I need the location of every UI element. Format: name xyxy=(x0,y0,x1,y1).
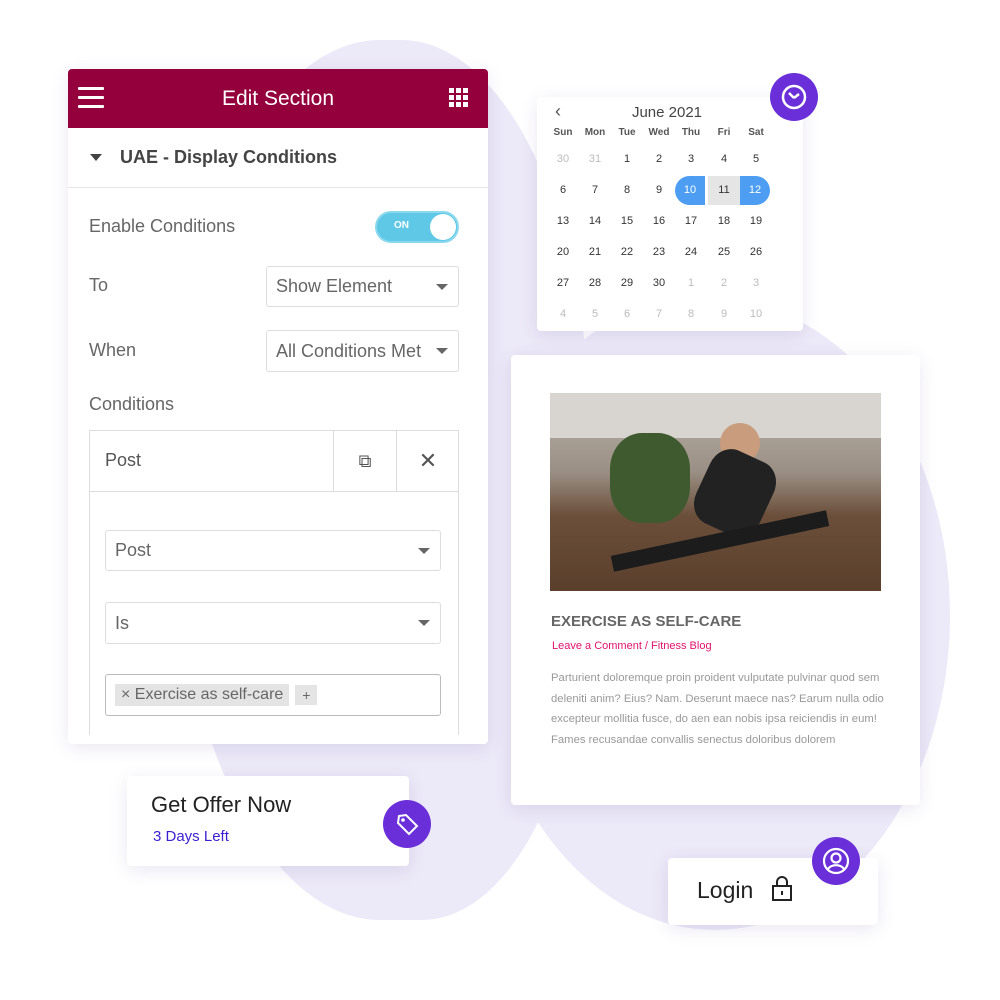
apps-grid-icon[interactable] xyxy=(449,88,468,107)
blog-meta[interactable]: Leave a Comment / Fitness Blog xyxy=(552,640,712,652)
blog-image[interactable] xyxy=(550,393,881,591)
calendar-day[interactable]: 20 xyxy=(547,238,579,267)
section-title: UAE - Display Conditions xyxy=(120,147,338,167)
calendar-day[interactable]: 28 xyxy=(579,269,611,298)
chevron-down-icon xyxy=(418,547,430,554)
offer-card[interactable]: Get Offer Now 3 Days Left xyxy=(127,776,409,866)
calendar-day[interactable]: 5 xyxy=(740,145,772,174)
enable-toggle[interactable]: ON xyxy=(375,211,459,243)
calendar-day[interactable]: 19 xyxy=(740,207,772,236)
calendar-day[interactable]: 15 xyxy=(611,207,643,236)
calendar-day[interactable]: 2 xyxy=(643,145,675,174)
calendar-day[interactable]: 8 xyxy=(611,176,643,205)
user-icon xyxy=(812,837,860,885)
chevron-down-icon xyxy=(436,348,448,354)
chevron-down-icon xyxy=(418,620,430,626)
tag-input[interactable]: × Exercise as self-care + xyxy=(105,674,441,716)
condition-header[interactable]: Post ⧉ ✕ xyxy=(90,431,458,492)
calendar-day[interactable]: 31 xyxy=(579,145,611,174)
calendar-day[interactable]: 7 xyxy=(643,300,675,329)
calendar-day[interactable]: 14 xyxy=(579,207,611,236)
calendar-day[interactable]: 8 xyxy=(675,300,707,329)
condition-item: Post ⧉ ✕ Post Is × Exercise as self-care… xyxy=(89,430,459,735)
weekday-header: Wed xyxy=(648,127,670,138)
toggle-text: ON xyxy=(394,220,409,231)
edit-section-panel: Edit Section UAE - Display Conditions En… xyxy=(68,69,488,744)
add-tag-button[interactable]: + xyxy=(295,685,318,705)
blog-title[interactable]: EXERCISE AS SELF-CARE xyxy=(551,613,741,630)
calendar-day[interactable]: 25 xyxy=(708,238,740,267)
calendar-day[interactable]: 18 xyxy=(708,207,740,236)
to-label: To xyxy=(89,275,109,295)
calendar-day[interactable]: 6 xyxy=(611,300,643,329)
calendar-day[interactable]: 26 xyxy=(740,238,772,267)
calendar-day[interactable]: 22 xyxy=(611,238,643,267)
calendar-day[interactable]: 6 xyxy=(547,176,579,205)
conditions-label: Conditions xyxy=(89,394,175,414)
to-select[interactable]: Show Element xyxy=(266,266,459,307)
weekday-header: Mon xyxy=(584,127,606,138)
offer-subtitle: 3 Days Left xyxy=(153,828,229,845)
panel-title: Edit Section xyxy=(221,86,335,110)
section-toggle[interactable]: UAE - Display Conditions xyxy=(68,128,488,188)
calendar-day[interactable]: 3 xyxy=(675,145,707,174)
calendar-day[interactable]: 13 xyxy=(547,207,579,236)
weekday-header: Sat xyxy=(748,127,764,138)
login-label: Login xyxy=(697,877,754,903)
calendar-day[interactable]: 4 xyxy=(547,300,579,329)
calendar-day[interactable]: 11 xyxy=(708,176,740,205)
calendar-day[interactable]: 30 xyxy=(643,269,675,298)
weekday-header: Fri xyxy=(717,127,731,138)
calendar-day[interactable]: 24 xyxy=(675,238,707,267)
chevron-down-icon xyxy=(436,283,448,290)
lock-icon xyxy=(772,876,792,901)
when-select[interactable]: All Conditions Met xyxy=(266,330,459,372)
when-label: When xyxy=(89,340,137,360)
calendar-day[interactable]: 16 xyxy=(643,207,675,236)
calendar-day[interactable]: 4 xyxy=(708,145,740,174)
calendar-day[interactable]: 30 xyxy=(547,145,579,174)
calendar-day[interactable]: 9 xyxy=(708,300,740,329)
weekday-header: Thu xyxy=(681,127,701,138)
weekday-header: Sun xyxy=(553,127,573,138)
date-picker: ‹ June 2021 Sun Mon Tue Wed Thu Fri Sat 30 31 1 2 3… xyxy=(537,97,803,331)
price-tag-icon xyxy=(383,800,431,848)
weekday-header: Tue xyxy=(618,127,636,138)
condition-title: Post xyxy=(105,450,142,470)
calendar-day[interactable]: 9 xyxy=(643,176,675,205)
calendar-day[interactable]: 1 xyxy=(675,269,707,298)
clock-icon xyxy=(770,73,818,121)
tag-chip[interactable]: × Exercise as self-care xyxy=(115,684,290,706)
enable-label: Enable Conditions xyxy=(89,216,236,236)
calendar-day[interactable]: 3 xyxy=(740,269,772,298)
calendar-day[interactable]: 2 xyxy=(708,269,740,298)
condition-type-select[interactable]: Post xyxy=(105,530,441,571)
calendar-day[interactable]: 29 xyxy=(611,269,643,298)
offer-title: Get Offer Now xyxy=(151,792,292,817)
hamburger-menu-icon[interactable] xyxy=(78,87,104,114)
blog-card: EXERCISE AS SELF-CARE Leave a Comment / … xyxy=(511,355,920,805)
calendar-day[interactable]: 17 xyxy=(675,207,707,236)
condition-operator-select[interactable]: Is xyxy=(105,602,441,644)
panel-header: Edit Section xyxy=(68,69,488,128)
caret-down-icon xyxy=(90,154,102,161)
duplicate-icon[interactable]: ⧉ xyxy=(333,431,396,491)
calendar-day[interactable]: 12 xyxy=(740,176,770,205)
calendar-day[interactable]: 7 xyxy=(579,176,611,205)
close-icon[interactable]: ✕ xyxy=(396,431,459,491)
blog-excerpt: Parturient doloremque proin proident vul… xyxy=(551,672,884,746)
calendar-day[interactable]: 5 xyxy=(579,300,611,329)
calendar-day[interactable]: 1 xyxy=(611,145,643,174)
calendar-day[interactable]: 21 xyxy=(579,238,611,267)
calendar-day[interactable]: 23 xyxy=(643,238,675,267)
calendar-day[interactable]: 10 xyxy=(740,300,772,329)
calendar-day[interactable]: 10 xyxy=(675,176,705,205)
calendar-day[interactable]: 27 xyxy=(547,269,579,298)
